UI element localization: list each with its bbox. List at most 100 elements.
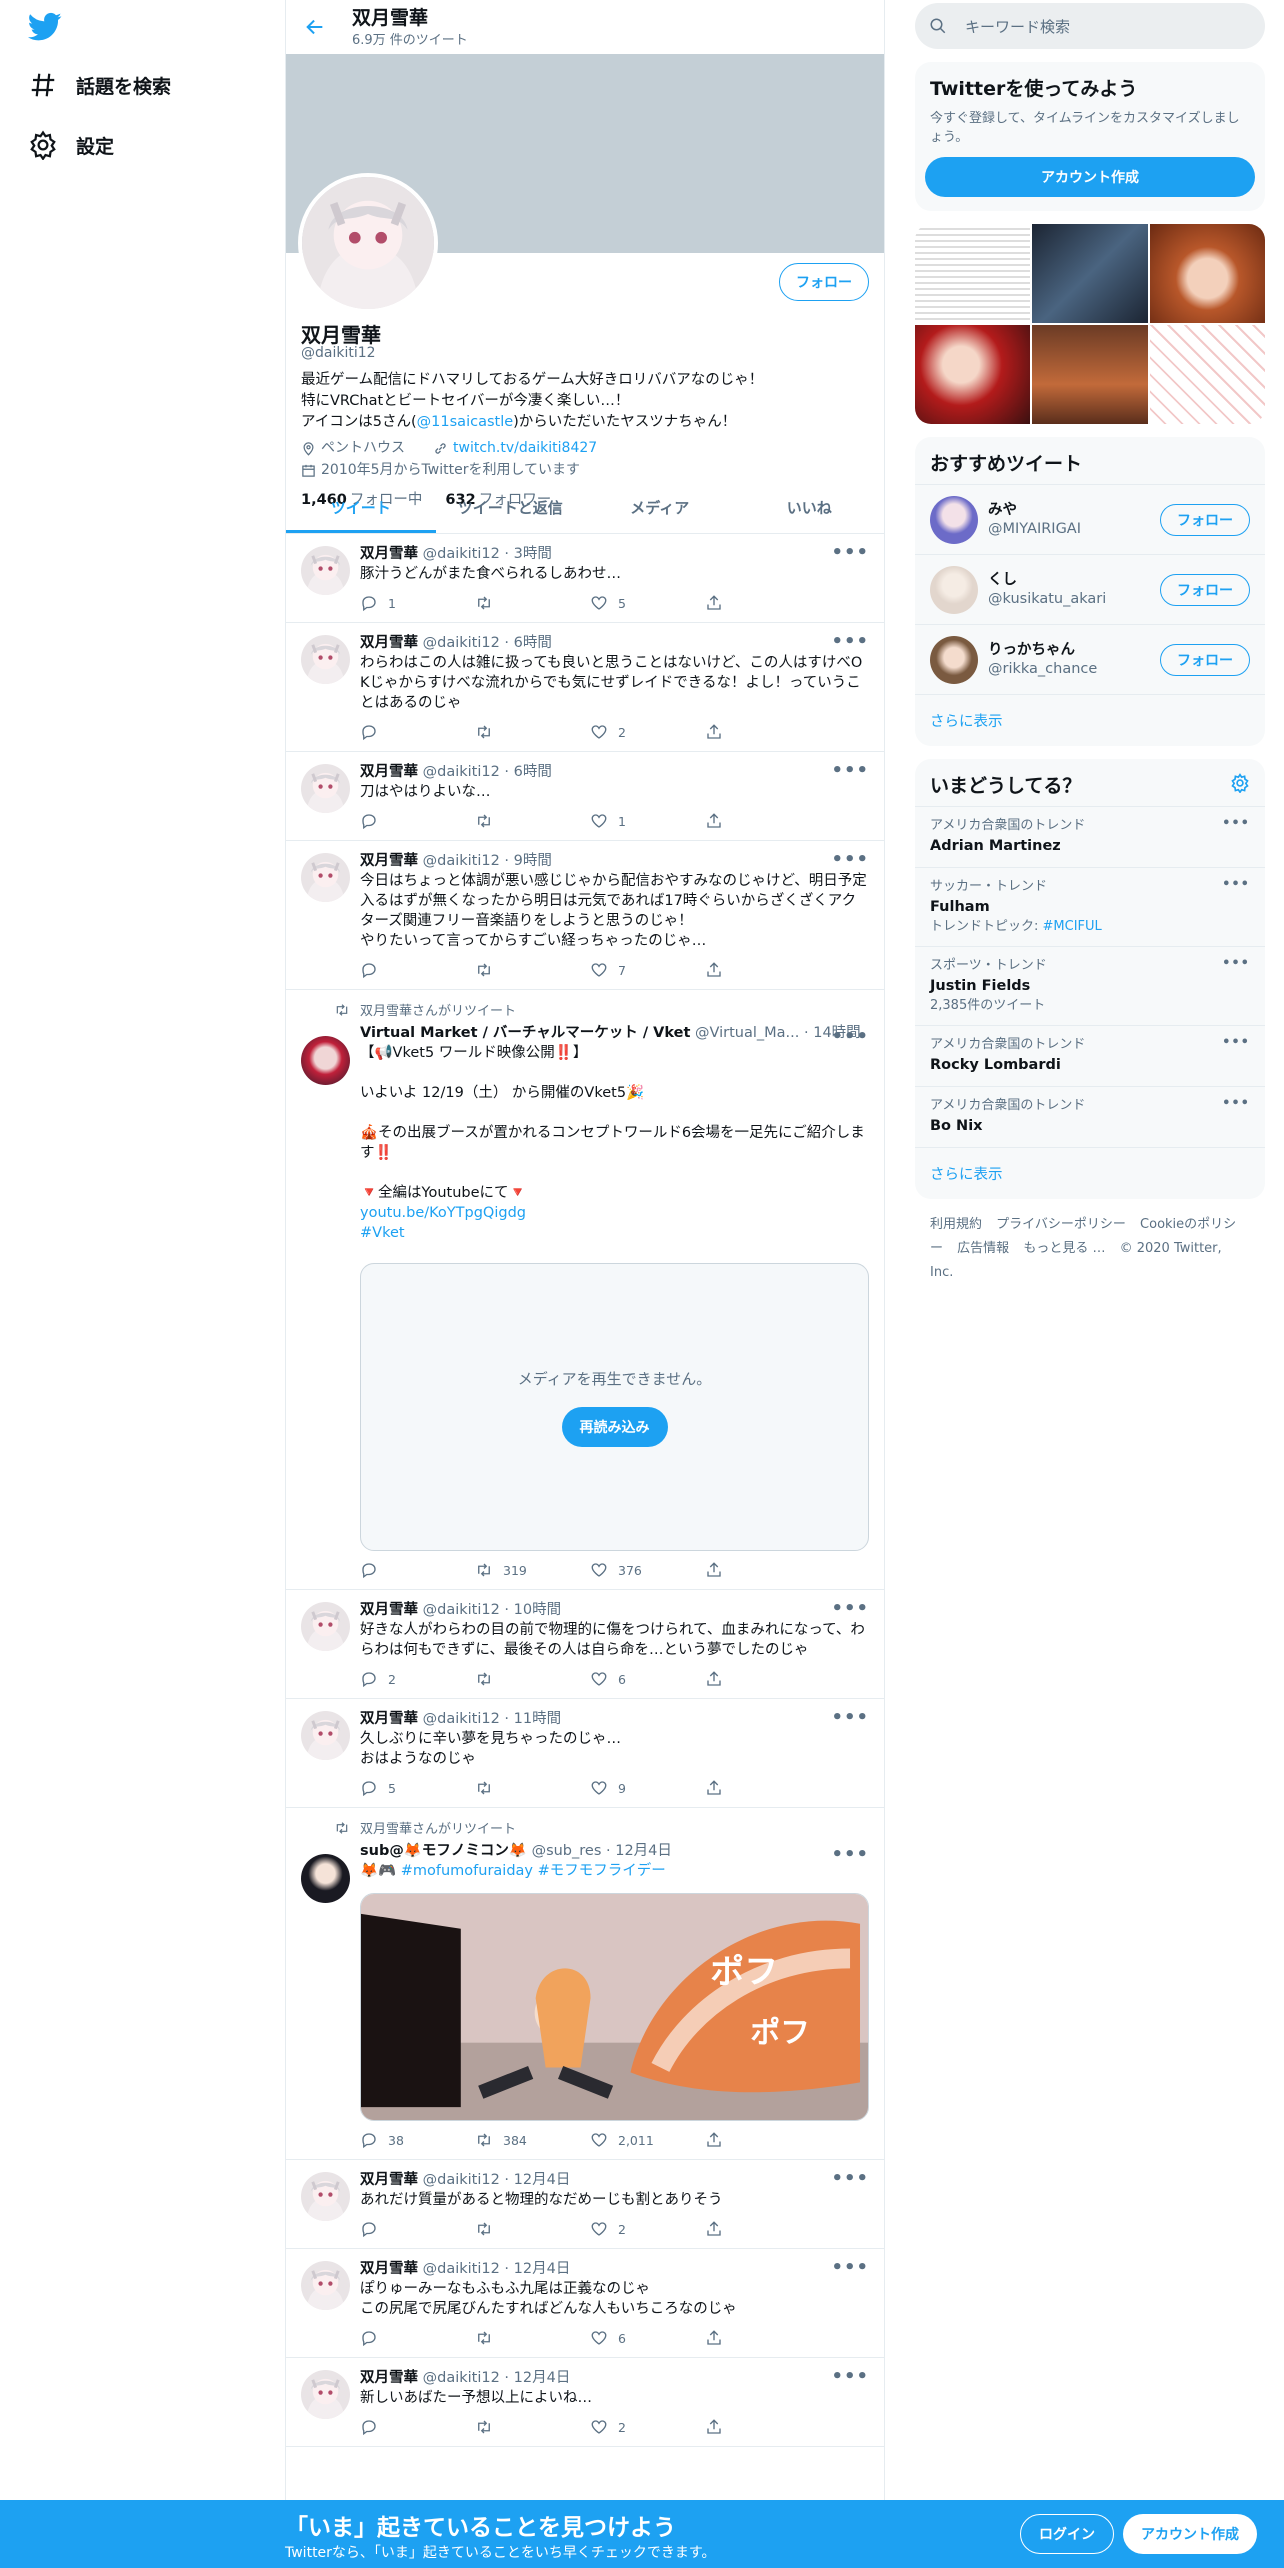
tweet[interactable]: 双月雪華 @daikiti12 · 12月4日 ••• 新しいあばたー予想以上によい… [286, 2358, 884, 2447]
rt-button[interactable] [475, 2418, 555, 2436]
footer-link[interactable]: もっと見る … [1023, 1241, 1105, 1256]
bio-mention-link[interactable]: @11saicastle [417, 414, 513, 430]
reply-button[interactable] [360, 961, 440, 979]
share-button[interactable] [705, 961, 785, 979]
tweet-time[interactable]: 12月4日 [514, 2370, 571, 2386]
like-button[interactable]: 2 [590, 2220, 670, 2238]
share-button[interactable] [705, 2418, 785, 2436]
like-button[interactable]: 2 [590, 723, 670, 741]
media-thumb[interactable] [915, 224, 1031, 323]
more-options-icon[interactable]: ••• [831, 1598, 869, 1619]
trend-item[interactable]: スポーツ・トレンド Justin Fields 2,385件のツイート ••• [915, 946, 1265, 1025]
follow-button[interactable]: フォロー [1160, 573, 1250, 606]
like-button[interactable]: 6 [590, 2329, 670, 2347]
like-button[interactable]: 2 [590, 2418, 670, 2436]
tweet-author-name[interactable]: 双月雪華 [360, 853, 418, 869]
media-thumb[interactable] [915, 325, 1031, 424]
tweet-avatar[interactable] [301, 764, 350, 813]
nav-explore[interactable]: 話題を検索 [28, 65, 171, 105]
gear-icon[interactable] [1230, 772, 1250, 793]
rt-button[interactable] [475, 2329, 555, 2347]
more-options-icon[interactable]: ••• [1222, 876, 1250, 894]
tab-tweets[interactable]: ツイート [286, 482, 436, 533]
show-more-link[interactable]: さらに表示 [915, 1147, 1265, 1199]
more-options-icon[interactable]: ••• [831, 1844, 869, 1865]
rt-button[interactable] [475, 1779, 555, 1797]
follow-button[interactable]: フォロー [1160, 503, 1250, 536]
tweet-avatar[interactable] [301, 853, 350, 902]
more-options-icon[interactable]: ••• [831, 849, 869, 870]
share-button[interactable] [705, 1561, 785, 1579]
reply-button[interactable]: 1 [360, 594, 440, 612]
tweet-time[interactable]: 3時間 [514, 546, 552, 562]
tweet-avatar[interactable] [301, 1602, 350, 1651]
reply-button[interactable] [360, 812, 440, 830]
hashtag-link[interactable]: #mofumofuraiday #モフモフライデー [401, 1863, 666, 1879]
rt-button[interactable] [475, 723, 555, 741]
rt-button[interactable] [475, 961, 555, 979]
more-options-icon[interactable]: ••• [831, 760, 869, 781]
tweet-time[interactable]: 11時間 [514, 1711, 561, 1727]
tweet-author-name[interactable]: 双月雪華 [360, 2261, 418, 2277]
profile-avatar[interactable] [298, 173, 438, 313]
recommend-item[interactable]: くし @kusikatu_akari フォロー [915, 554, 1265, 624]
trend-item[interactable]: アメリカ合衆国のトレンド Adrian Martinez ••• [915, 806, 1265, 867]
more-options-icon[interactable]: ••• [831, 2257, 869, 2278]
more-options-icon[interactable]: ••• [1222, 1034, 1250, 1052]
more-options-icon[interactable]: ••• [831, 631, 869, 652]
tweet-avatar[interactable] [301, 1711, 350, 1760]
tweet[interactable]: 双月雪華 @daikiti12 · 10時間 ••• 好きな人がわらわの目の前で物理… [286, 1590, 884, 1699]
nav-settings[interactable]: 設定 [28, 125, 114, 165]
tweet-avatar[interactable] [301, 635, 350, 684]
tweet-time[interactable]: 6時間 [514, 635, 552, 651]
trend-hashtag[interactable]: #MCIFUL [1043, 919, 1102, 934]
share-button[interactable] [705, 2329, 785, 2347]
footer-link[interactable]: 広告情報 [957, 1241, 1009, 1256]
media-thumb[interactable] [1032, 325, 1148, 424]
avatar[interactable] [930, 495, 978, 544]
reply-button[interactable] [360, 1561, 440, 1579]
share-button[interactable] [705, 1779, 785, 1797]
more-options-icon[interactable]: ••• [1222, 1095, 1250, 1113]
tweet-time[interactable]: 10時間 [514, 1602, 561, 1618]
rt-button[interactable] [475, 812, 555, 830]
tweet-time[interactable]: 9時間 [514, 853, 552, 869]
media-thumb[interactable] [1149, 325, 1265, 424]
like-button[interactable]: 7 [590, 961, 670, 979]
search-input[interactable]: キーワード検索 [915, 3, 1265, 49]
tweet[interactable]: 双月雪華 @daikiti12 · 6時間 ••• 刀はやはりよいな… 1 [286, 752, 884, 841]
follow-button[interactable]: フォロー [1160, 643, 1250, 676]
recommend-item[interactable]: みや @MIYAIRIGAI フォロー [915, 484, 1265, 554]
tweet-link[interactable]: youtu.be/KoYTpgQigdg [360, 1205, 526, 1221]
share-button[interactable] [705, 812, 785, 830]
share-button[interactable] [705, 594, 785, 612]
signup-button[interactable]: アカウント作成 [1123, 2514, 1257, 2554]
tweet[interactable]: 双月雪華 @daikiti12 · 9時間 ••• 今日はちょっと体調が悪い感じじゃ… [286, 841, 884, 990]
tweet[interactable]: 双月雪華さんがリツイート sub@🦊モフノミコン🦊 @sub_res · 12月4… [286, 1808, 884, 2160]
tweet-time[interactable]: 12月4日 [514, 2261, 571, 2277]
recommend-item[interactable]: りっかちゃん @rikka_chance フォロー [915, 624, 1265, 694]
tweet-avatar[interactable] [301, 1036, 350, 1085]
share-button[interactable] [705, 2131, 785, 2149]
share-button[interactable] [705, 2220, 785, 2238]
reply-button[interactable] [360, 2329, 440, 2347]
rt-button[interactable]: 384 [475, 2131, 555, 2149]
tab-media[interactable]: メディア [585, 482, 735, 533]
tweet-image[interactable]: ポフ ポフ [360, 1893, 869, 2121]
footer-link[interactable]: プライバシーポリシー [996, 1217, 1126, 1232]
rt-button[interactable] [475, 594, 555, 612]
like-button[interactable]: 376 [590, 1561, 670, 1579]
tweet[interactable]: 双月雪華 @daikiti12 · 12月4日 ••• ぽりゅーみーなもふもふ九尾は… [286, 2249, 884, 2358]
follow-button[interactable]: フォロー [779, 263, 869, 301]
tweet-author-name[interactable]: 双月雪華 [360, 635, 418, 651]
reply-button[interactable] [360, 2418, 440, 2436]
tweet-avatar[interactable] [301, 2172, 350, 2221]
avatar[interactable] [930, 565, 978, 614]
footer-link[interactable]: 利用規約 [930, 1217, 982, 1232]
like-button[interactable]: 1 [590, 812, 670, 830]
tweet-time[interactable]: 6時間 [514, 764, 552, 780]
reply-button[interactable]: 38 [360, 2131, 440, 2149]
tweet-avatar[interactable] [301, 2261, 350, 2310]
more-options-icon[interactable]: ••• [831, 1707, 869, 1728]
tab-likes[interactable]: いいね [735, 482, 885, 533]
